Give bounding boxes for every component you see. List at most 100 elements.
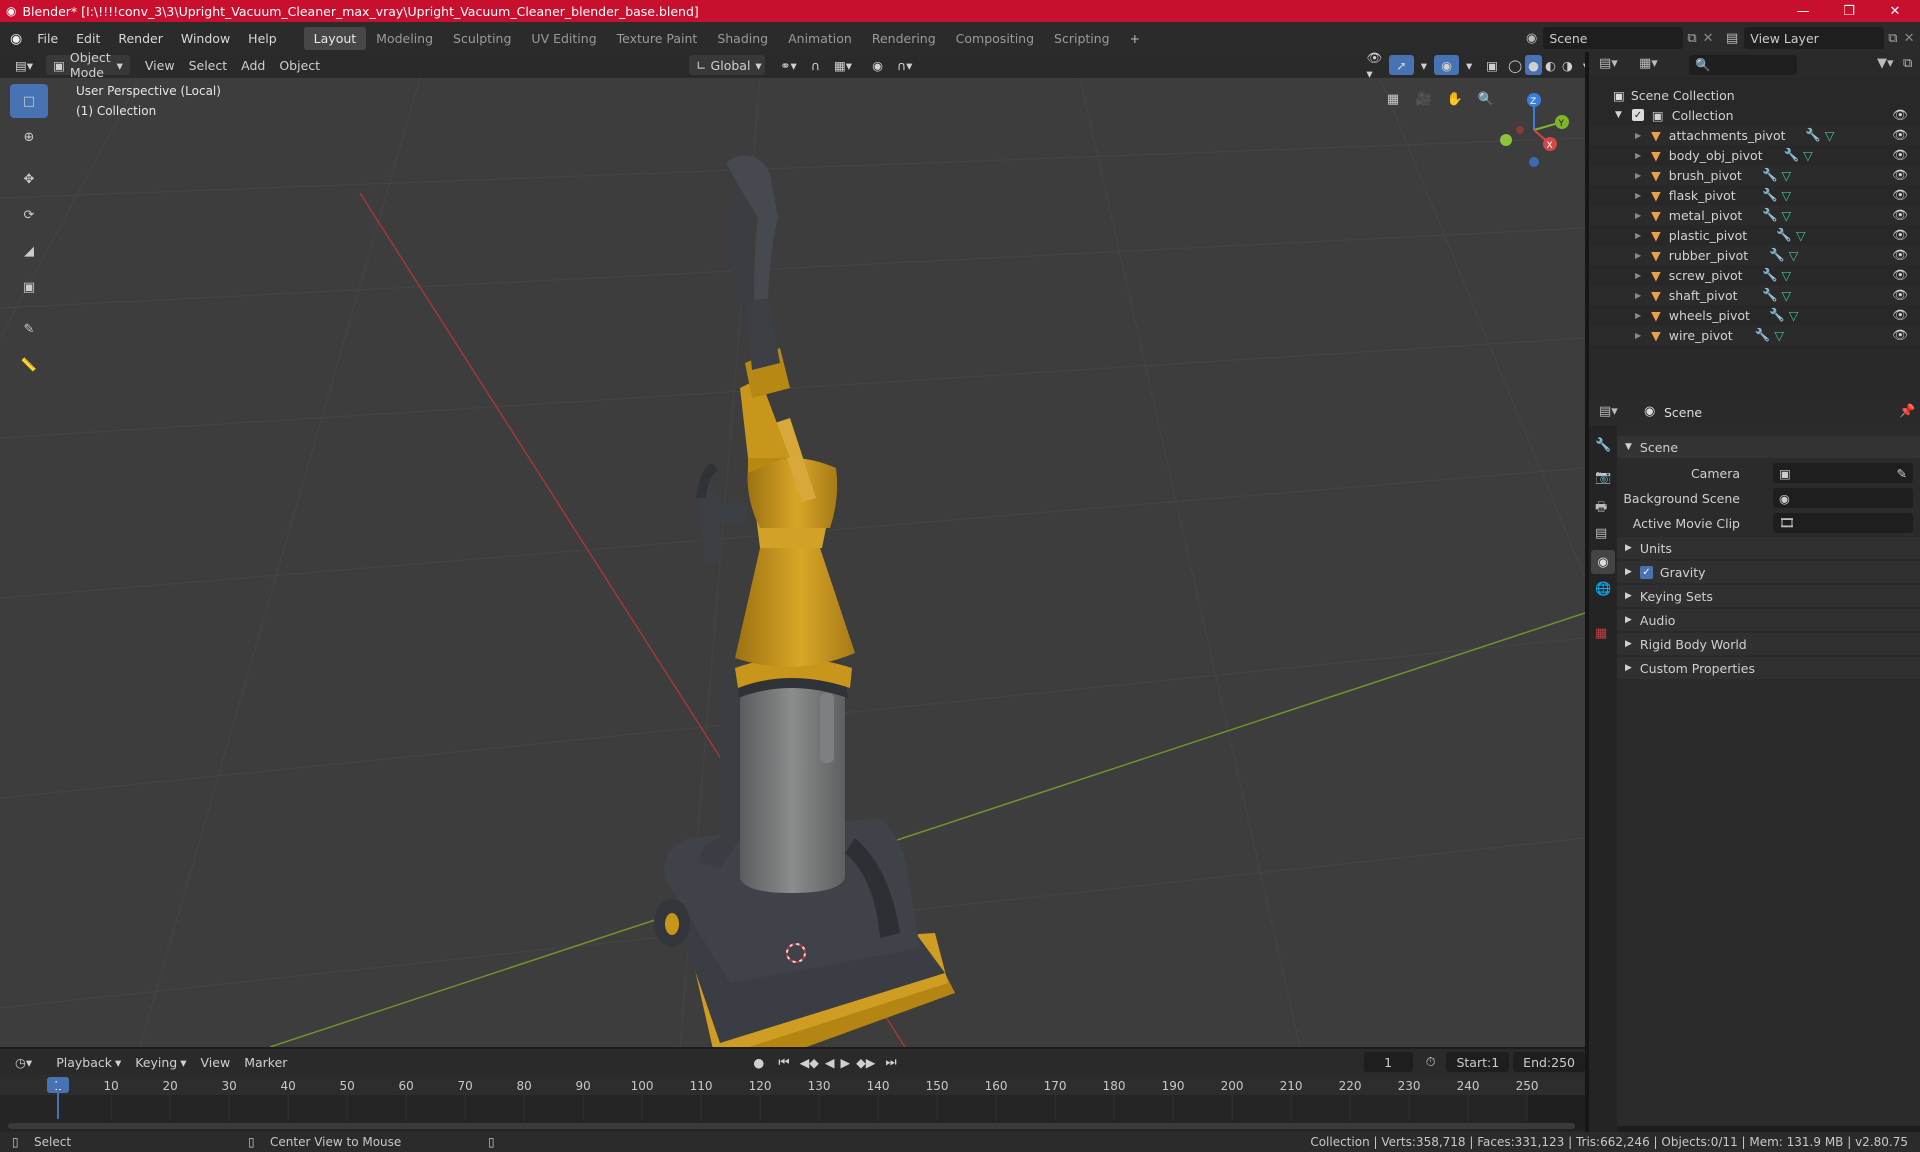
mesh-data-icon[interactable]: ▽ [1774, 328, 1784, 343]
menu-help[interactable]: Help [239, 31, 286, 46]
mesh-data-icon[interactable]: ▽ [1803, 148, 1813, 163]
outliner-item[interactable]: ▶ ▼ attachments_pivot 🔧 ▽ 👁 [1589, 125, 1920, 145]
modifier-icon[interactable]: 🔧 [1762, 187, 1778, 203]
mesh-data-icon[interactable]: ▽ [1782, 288, 1792, 303]
visibility-eye-icon[interactable]: 👁 [1892, 167, 1908, 183]
visibility-eye-icon[interactable]: 👁 [1892, 187, 1908, 203]
scene-panel-header[interactable]: ▼ Scene [1617, 436, 1920, 458]
visibility-eye-icon[interactable]: 👁 [1892, 287, 1908, 303]
scene-icon[interactable]: ◉ [1526, 31, 1537, 46]
new-view-layer-icon[interactable]: ⧉ [1888, 31, 1897, 46]
menu-timeline-view[interactable]: View [194, 1052, 238, 1072]
modifier-icon[interactable]: 🔧 [1769, 307, 1785, 323]
outliner-item[interactable]: ▶ ▼ wire_pivot 🔧 ▽ 👁 [1589, 325, 1920, 345]
visibility-eye-icon[interactable]: 👁 [1892, 207, 1908, 223]
grid-view-icon[interactable]: ▦ [1378, 84, 1408, 114]
record-button[interactable]: ● [746, 1052, 771, 1072]
transform-orientation-selector[interactable]: ∟ Global ▾ [689, 55, 766, 75]
tab-texture-paint[interactable]: Texture Paint [607, 27, 708, 50]
3d-viewport[interactable]: User Perspective (Local) (1) Collection … [0, 78, 1585, 1047]
mode-selector[interactable]: ▣ Object Mode ▾ [46, 50, 130, 80]
tab-layout[interactable]: Layout [303, 27, 367, 50]
mesh-data-icon[interactable]: ▽ [1789, 308, 1799, 323]
modifier-icon[interactable]: 🔧 [1769, 247, 1785, 263]
eyedropper-icon[interactable]: ✎ [1897, 466, 1907, 481]
falloff-icon[interactable]: ∩▾ [890, 55, 919, 75]
add-workspace-button[interactable]: + [1120, 27, 1150, 50]
background-scene-field[interactable]: ◉ [1773, 488, 1913, 508]
maximize-button[interactable]: ❐ [1826, 0, 1872, 22]
expand-arrow-icon[interactable]: ▶ [1635, 131, 1641, 140]
minimize-button[interactable]: — [1780, 0, 1826, 22]
expand-arrow-icon[interactable]: ▶ [1635, 231, 1641, 240]
rotate-tool[interactable]: ⟳ [10, 198, 48, 232]
outliner-item[interactable]: ▶ ▼ screw_pivot 🔧 ▽ 👁 [1589, 265, 1920, 285]
expand-arrow-icon[interactable]: ▼ [1615, 110, 1622, 120]
timeline[interactable]: 1102030405060708090100110120130140150160… [0, 1075, 1585, 1135]
modifier-icon[interactable]: 🔧 [1762, 267, 1778, 283]
world-tab-icon[interactable]: 🌐 [1595, 582, 1611, 597]
jump-start-button[interactable]: ⏮ [771, 1052, 796, 1072]
view-layer-icon[interactable]: ▤ [1726, 31, 1738, 46]
timeline-scrollbar[interactable] [8, 1123, 1575, 1129]
visibility-eye-icon[interactable]: 👁 [1892, 307, 1908, 323]
outliner-item[interactable]: ▶ ▼ plastic_pivot 🔧 ▽ 👁 [1589, 225, 1920, 245]
tab-compositing[interactable]: Compositing [946, 27, 1044, 50]
gravity-checkbox[interactable]: ✓ [1639, 565, 1653, 579]
current-frame-field[interactable]: 1 [1363, 1052, 1413, 1072]
scene-tab-icon[interactable]: ◉ [1591, 550, 1615, 574]
close-button[interactable]: ✕ [1872, 0, 1918, 22]
modifier-icon[interactable]: 🔧 [1776, 227, 1792, 243]
delete-scene-icon[interactable]: ✕ [1703, 31, 1714, 46]
pivot-point-icon[interactable]: ⚭▾ [773, 55, 804, 75]
render-tab-icon[interactable]: 📷 [1595, 470, 1611, 485]
gizmo-toggle-icon[interactable]: ➚ [1389, 55, 1414, 75]
pan-hand-icon[interactable]: ✋ [1440, 84, 1470, 114]
mesh-data-icon[interactable]: ▽ [1782, 208, 1792, 223]
visibility-eye-icon[interactable]: 👁 [1892, 227, 1908, 243]
menu-marker[interactable]: Marker [237, 1052, 294, 1072]
expand-arrow-icon[interactable]: ▶ [1635, 271, 1641, 280]
move-tool[interactable]: ✥ [10, 162, 48, 196]
blender-menu-icon[interactable]: ◉ [10, 31, 22, 47]
modifier-icon[interactable]: 🔧 [1762, 167, 1778, 183]
properties-editor-type-icon[interactable]: ▤▾ [1599, 404, 1618, 419]
expand-arrow-icon[interactable]: ▶ [1635, 171, 1641, 180]
menu-view[interactable]: View [138, 55, 182, 75]
modifier-icon[interactable]: 🔧 [1755, 327, 1771, 343]
visibility-eye-icon[interactable]: 👁 [1892, 327, 1908, 343]
modifier-icon[interactable]: 🔧 [1762, 207, 1778, 223]
gizmo-dropdown-icon[interactable]: ▾ [1414, 55, 1434, 75]
visibility-eye-icon[interactable]: 👁 [1892, 247, 1908, 263]
navigation-gizmo[interactable]: Z Y X [1490, 86, 1578, 174]
tab-animation[interactable]: Animation [778, 27, 862, 50]
expand-arrow-icon[interactable]: ▶ [1635, 311, 1641, 320]
expand-arrow-icon[interactable]: ▶ [1635, 191, 1641, 200]
mesh-data-icon[interactable]: ▽ [1782, 188, 1792, 203]
mesh-data-icon[interactable]: ▽ [1825, 128, 1835, 143]
expand-arrow-icon[interactable]: ▶ [1635, 331, 1641, 340]
tab-modeling[interactable]: Modeling [366, 27, 443, 50]
camera-field[interactable]: ▣ ✎ [1773, 463, 1913, 483]
solid-shading-icon[interactable]: ● [1525, 55, 1542, 75]
menu-select[interactable]: Select [182, 55, 235, 75]
modifier-icon[interactable]: 🔧 [1784, 147, 1800, 163]
custom-properties-panel[interactable]: ▶ Custom Properties [1617, 657, 1920, 679]
visibility-icon[interactable]: 👁▾ [1359, 50, 1389, 81]
select-box-tool[interactable]: □ [10, 84, 48, 118]
menu-window[interactable]: Window [172, 31, 239, 46]
menu-file[interactable]: File [28, 31, 67, 46]
keying-sets-panel[interactable]: ▶ Keying Sets [1617, 585, 1920, 607]
mesh-data-icon[interactable]: ▽ [1782, 268, 1792, 283]
material-shading-icon[interactable]: ◐ [1542, 55, 1559, 75]
xray-icon[interactable]: ▣ [1479, 55, 1505, 75]
outliner-scene-collection[interactable]: ▣ Scene Collection [1589, 85, 1920, 105]
visibility-eye-icon[interactable]: 👁 [1892, 107, 1908, 123]
menu-object[interactable]: Object [272, 55, 327, 75]
mesh-data-icon[interactable]: ▽ [1796, 228, 1806, 243]
expand-arrow-icon[interactable]: ▶ [1635, 211, 1641, 220]
scene-selector[interactable]: Scene [1543, 27, 1684, 49]
menu-keying[interactable]: Keying ▾ [128, 1052, 193, 1072]
audio-panel[interactable]: ▶ Audio [1617, 609, 1920, 631]
end-frame-field[interactable]: End: 250 [1513, 1052, 1585, 1072]
